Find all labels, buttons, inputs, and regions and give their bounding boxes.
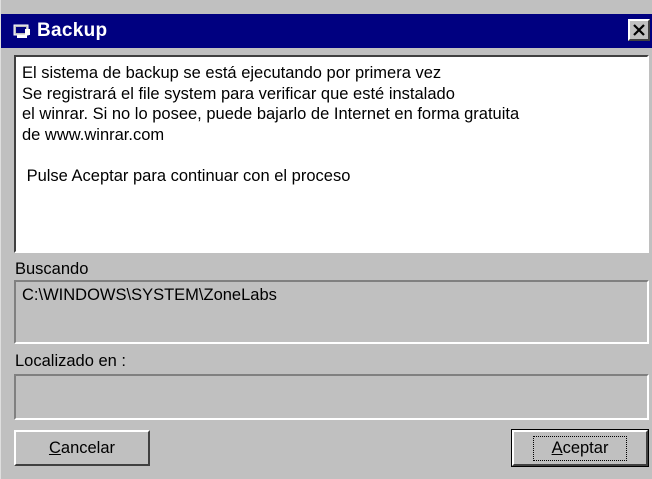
accept-button[interactable]: Aceptar (511, 429, 649, 467)
message-line: Se registrará el file system para verifi… (22, 84, 455, 103)
close-icon (633, 24, 645, 36)
backup-dialog: Backup El sistema de backup se está ejec… (0, 0, 652, 479)
message-line: el winrar. Si no lo posee, puede bajarlo… (22, 105, 520, 123)
accept-label-rest: ceptar (562, 438, 609, 457)
search-path-value: C:\WINDOWS\SYSTEM\ZoneLabs (22, 286, 277, 304)
close-button[interactable] (628, 19, 650, 41)
message-line: Pulse Aceptar para continuar con el proc… (22, 166, 351, 185)
search-path-field: C:\WINDOWS\SYSTEM\ZoneLabs (14, 280, 649, 344)
accept-mnemonic: A (551, 438, 563, 457)
message-line: El sistema de backup se está ejecutando … (22, 64, 442, 82)
cancel-label-rest: ancelar (60, 438, 116, 457)
cancel-button[interactable]: Cancelar (14, 430, 150, 466)
located-field (14, 374, 649, 420)
window-title: Backup (37, 20, 108, 41)
backup-app-icon (13, 24, 30, 38)
located-label: Localizado en : (15, 352, 126, 370)
title-bar[interactable]: Backup (1, 14, 652, 48)
search-label: Buscando (15, 260, 89, 278)
message-box: El sistema de backup se está ejecutando … (14, 55, 649, 253)
cancel-label: Cancelar (49, 439, 115, 458)
message-line: de www.winrar.com (22, 125, 165, 144)
accept-label: Aceptar (532, 435, 628, 461)
cancel-mnemonic: C (48, 438, 61, 457)
